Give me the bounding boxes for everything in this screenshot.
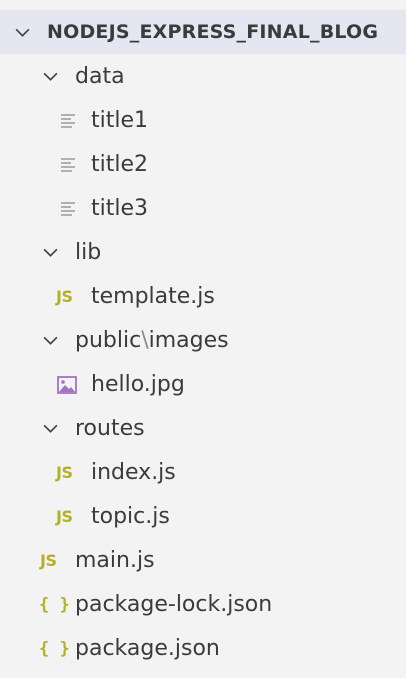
- chevron-down-icon: [15, 28, 30, 37]
- file-title3[interactable]: title3: [0, 187, 406, 231]
- javascript-file-icon: JS: [56, 507, 73, 526]
- file-label: title2: [91, 152, 149, 177]
- file-label: title1: [91, 108, 149, 133]
- file-template-js[interactable]: JS template.js: [0, 275, 406, 319]
- project-title: NODEJS_EXPRESS_FINAL_BLOG: [47, 21, 379, 43]
- image-file-icon: [57, 376, 77, 394]
- javascript-file-icon: JS: [56, 463, 73, 482]
- file-explorer: NODEJS_EXPRESS_FINAL_BLOG data title1 ti…: [0, 0, 406, 678]
- folder-public-images[interactable]: public\images: [0, 319, 406, 363]
- file-package-lock-json[interactable]: { } package-lock.json: [0, 583, 406, 627]
- file-label: package-lock.json: [75, 592, 273, 617]
- text-file-icon: [61, 202, 75, 216]
- json-file-icon: { }: [39, 639, 70, 659]
- project-header[interactable]: NODEJS_EXPRESS_FINAL_BLOG: [0, 10, 406, 54]
- folder-data[interactable]: data: [0, 55, 406, 99]
- folder-label: data: [75, 64, 125, 89]
- file-main-js[interactable]: JS main.js: [0, 539, 406, 583]
- file-title1[interactable]: title1: [0, 99, 406, 143]
- text-file-icon: [61, 114, 75, 128]
- file-package-json[interactable]: { } package.json: [0, 627, 406, 671]
- folder-label: lib: [75, 240, 102, 265]
- file-hello-jpg[interactable]: hello.jpg: [0, 363, 406, 407]
- chevron-down-icon: [43, 72, 58, 81]
- javascript-file-icon: JS: [40, 551, 57, 570]
- file-title2[interactable]: title2: [0, 143, 406, 187]
- file-label: title3: [91, 196, 149, 221]
- folder-label-public: public: [75, 328, 142, 353]
- file-index-js[interactable]: JS index.js: [0, 451, 406, 495]
- folder-label: routes: [75, 416, 145, 441]
- folder-label: public\images: [75, 319, 229, 363]
- file-label: package.json: [75, 636, 220, 661]
- file-topic-js[interactable]: JS topic.js: [0, 495, 406, 539]
- path-separator: \: [141, 328, 149, 353]
- json-file-icon: { }: [39, 595, 70, 615]
- file-label: hello.jpg: [91, 372, 185, 397]
- file-label: main.js: [75, 548, 155, 573]
- folder-lib[interactable]: lib: [0, 231, 406, 275]
- javascript-file-icon: JS: [56, 287, 73, 306]
- file-label: template.js: [91, 284, 215, 309]
- text-file-icon: [61, 158, 75, 172]
- chevron-down-icon: [43, 248, 58, 257]
- chevron-down-icon: [43, 424, 58, 433]
- file-label: topic.js: [91, 504, 170, 529]
- file-label: index.js: [91, 460, 176, 485]
- folder-label-images: images: [148, 328, 229, 353]
- chevron-down-icon: [43, 336, 58, 345]
- folder-routes[interactable]: routes: [0, 407, 406, 451]
